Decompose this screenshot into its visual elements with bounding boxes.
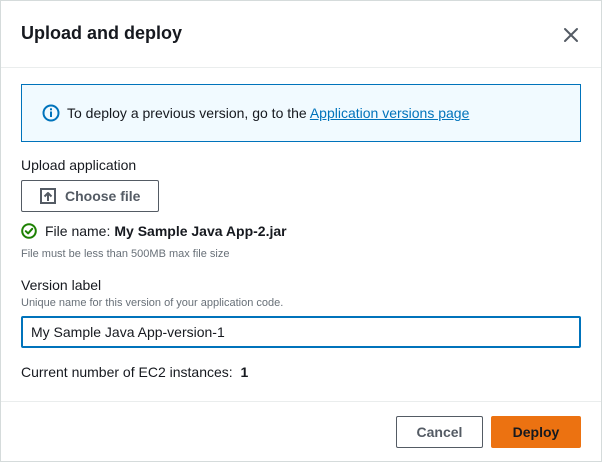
ec2-instances-count: 1 (240, 364, 249, 380)
info-text: To deploy a previous version, go to the (67, 105, 310, 121)
info-alert: To deploy a previous version, go to the … (21, 84, 581, 142)
version-label-input[interactable] (21, 316, 581, 348)
check-circle-icon (21, 223, 37, 239)
upload-icon (40, 188, 56, 204)
version-label-heading: Version label (21, 277, 102, 293)
info-message: To deploy a previous version, go to the … (67, 105, 469, 121)
dialog-header: Upload and deploy (1, 1, 601, 68)
choose-file-label: Choose file (65, 188, 141, 204)
dialog-footer: Cancel Deploy (1, 401, 601, 463)
ec2-instances-info: Current number of EC2 instances: 1 (21, 364, 248, 380)
application-versions-link[interactable]: Application versions page (310, 105, 470, 121)
file-size-hint: File must be less than 500MB max file si… (21, 248, 230, 260)
upload-application-label: Upload application (21, 157, 137, 173)
close-button[interactable] (559, 23, 583, 47)
close-icon (564, 28, 578, 42)
file-name-value: My Sample Java App-2.jar (114, 223, 287, 239)
info-icon (42, 104, 60, 122)
version-label-description: Unique name for this version of your app… (21, 297, 284, 309)
ec2-instances-label: Current number of EC2 instances: (21, 364, 233, 380)
dialog-title: Upload and deploy (21, 23, 183, 43)
file-name-status: File name: My Sample Java App-2.jar (21, 222, 287, 240)
deploy-button[interactable]: Deploy (491, 416, 581, 448)
file-name-prefix: File name: (45, 223, 111, 239)
upload-deploy-dialog: Upload and deploy To deploy a previous v… (0, 0, 602, 462)
choose-file-button[interactable]: Choose file (21, 180, 159, 212)
cancel-button[interactable]: Cancel (396, 416, 483, 448)
